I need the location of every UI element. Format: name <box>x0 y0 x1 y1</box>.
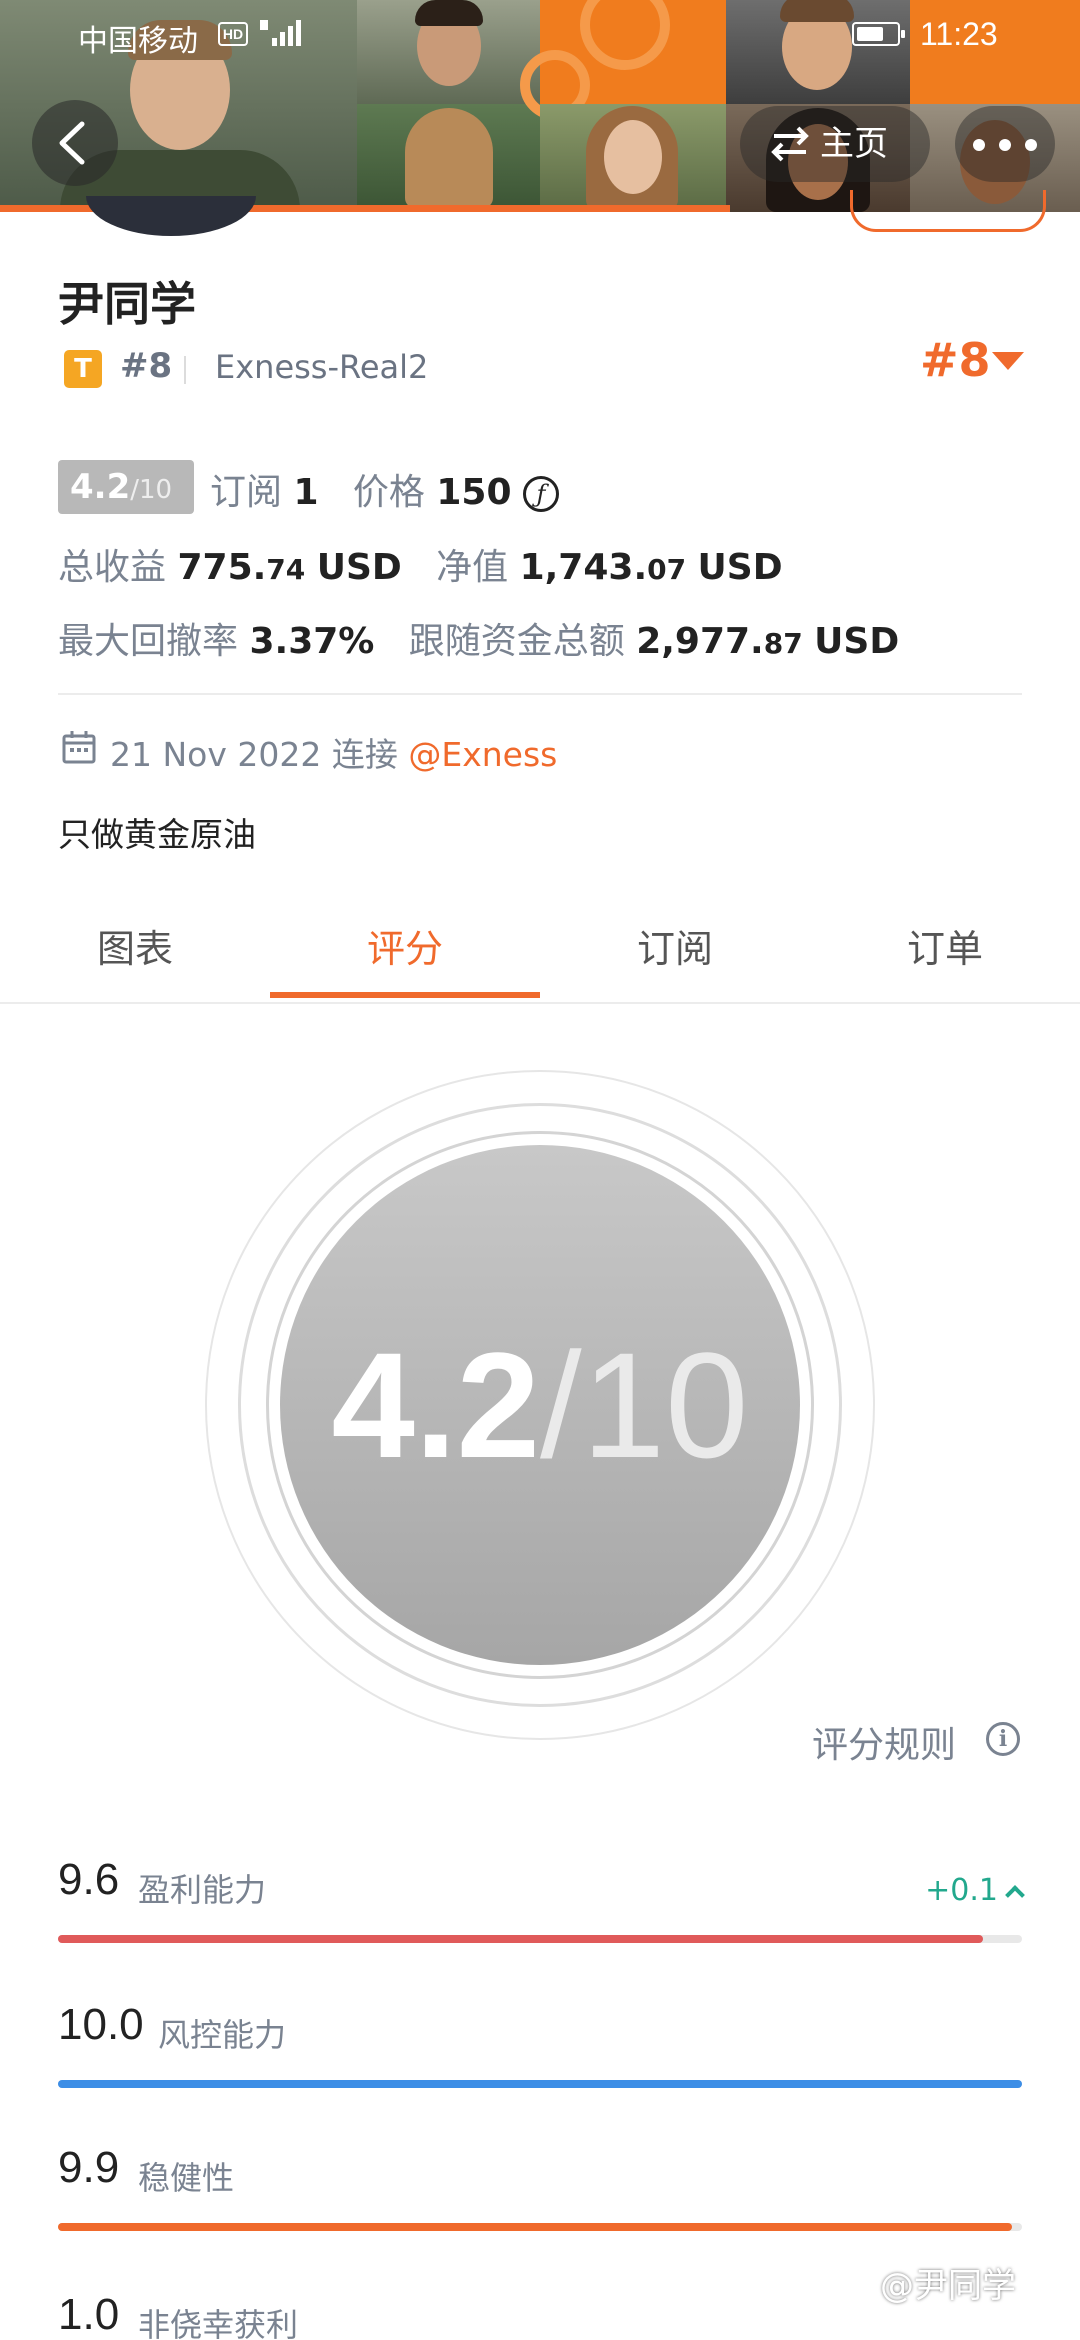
bio-text: 只做黄金原油 <box>58 815 256 854</box>
metric-value: 9.6 <box>58 1855 120 1904</box>
follow-funds-dec: 87 <box>763 627 803 660</box>
signal-icon <box>260 20 301 46</box>
chevron-left-icon <box>59 121 85 165</box>
metric-bar <box>58 2080 1022 2088</box>
metric-bar <box>58 1935 984 1943</box>
total-profit-dec: 74 <box>266 553 306 586</box>
status-bar: 中国移动 HD 11:23 <box>0 0 1080 72</box>
subscribe-count: 1 <box>293 472 319 513</box>
drawdown-funds-line: 最大回撤率 3.37% 跟随资金总额 2,977.87 USD <box>58 612 899 664</box>
profit-equity-line: 总收益 775.74 USD 净值 1,743.07 USD <box>58 538 783 590</box>
more-dot-icon <box>999 139 1011 151</box>
tab-bar: 图表 评分 订阅 订单 <box>0 900 1080 1004</box>
subscribe-label: 订阅 <box>210 472 283 513</box>
more-dot-icon <box>1025 139 1037 151</box>
home-button-label: 主页 <box>820 124 888 164</box>
divider <box>58 693 1022 695</box>
metric-value: 1.0 <box>58 2290 120 2339</box>
watermark: @尹同学 <box>880 2266 1016 2306</box>
carrier-label: 中国移动 <box>78 25 198 58</box>
swap-icon <box>771 126 809 162</box>
metric-track <box>58 1935 1022 1943</box>
price-value: 150 <box>436 472 512 513</box>
subscribe-price-line: 订阅 1 价格 150 ƒ <box>210 463 559 515</box>
back-button[interactable] <box>32 100 118 186</box>
rating-rules-link[interactable]: 评分规则 <box>812 1716 956 1768</box>
score-badge: 4.2/10 <box>58 460 194 514</box>
more-options-button[interactable] <box>955 106 1055 182</box>
account-type-badge: T <box>64 350 102 388</box>
cover-photo-3 <box>357 104 540 212</box>
big-score-value: 4.2 <box>331 1321 540 1489</box>
follow-funds-int: 2,977. <box>636 621 764 662</box>
follow-button[interactable] <box>850 190 1046 232</box>
equity-unit: USD <box>697 547 783 588</box>
total-profit-unit: USD <box>316 547 402 588</box>
price-label: 价格 <box>352 472 425 513</box>
server-name: Exness-Real2 <box>215 348 429 386</box>
equity-int: 1,743. <box>519 547 648 588</box>
metric-bar <box>58 2223 1013 2231</box>
hd-badge: HD <box>218 22 248 46</box>
metric-label: 稳健性 <box>138 2159 235 2197</box>
caret-down-icon[interactable] <box>992 352 1024 370</box>
broker-link[interactable]: @Exness <box>408 735 557 774</box>
equity-label: 净值 <box>436 547 509 588</box>
joined-text: 连接 <box>331 735 398 774</box>
tab-chart[interactable]: 图表 <box>0 918 270 973</box>
big-score: 4.2/10 <box>280 1325 800 1485</box>
total-profit-int: 775. <box>177 547 267 588</box>
metric-delta-value: +0.1 <box>925 1873 998 1908</box>
metric-label: 风控能力 <box>158 2016 287 2054</box>
follow-funds-label: 跟随资金总额 <box>408 621 625 662</box>
rank-label: #8 <box>120 346 173 386</box>
metric-value: 9.9 <box>58 2143 120 2192</box>
calendar-icon <box>62 731 96 764</box>
metric-label: 盈利能力 <box>138 1871 267 1909</box>
avatar[interactable] <box>86 196 256 236</box>
battery-icon <box>852 22 905 46</box>
cover-photo-4 <box>540 104 726 212</box>
chevron-up-icon <box>1005 1885 1025 1905</box>
rank-dropdown[interactable]: #8 <box>920 333 991 387</box>
joined-date: 21 Nov 2022 <box>110 735 322 774</box>
metric-track <box>58 2223 1022 2231</box>
active-tab-indicator <box>270 992 540 998</box>
more-dot-icon <box>973 139 985 151</box>
big-score-denominator: /10 <box>540 1321 749 1489</box>
tab-orders[interactable]: 订单 <box>810 918 1080 973</box>
tab-subscribe[interactable]: 订阅 <box>540 918 810 973</box>
max-drawdown-label: 最大回撤率 <box>58 621 239 662</box>
metric-value: 10.0 <box>58 2000 144 2049</box>
follow-funds-unit: USD <box>814 621 900 662</box>
total-profit-label: 总收益 <box>58 547 167 588</box>
trader-name: 尹同学 <box>58 277 196 331</box>
equity-dec: 07 <box>647 553 687 586</box>
max-drawdown-value: 3.37% <box>249 621 375 662</box>
separator <box>184 356 186 384</box>
metric-track <box>58 2080 1022 2088</box>
score-badge-value: 4.2 <box>70 467 131 507</box>
info-icon[interactable]: i <box>986 1722 1020 1756</box>
clock: 11:23 <box>920 16 998 52</box>
coin-icon: ƒ <box>522 476 559 512</box>
metric-label: 非侥幸获利 <box>138 2306 299 2340</box>
home-button[interactable]: 主页 <box>740 106 930 182</box>
tab-rating[interactable]: 评分 <box>270 918 540 973</box>
joined-line: 21 Nov 2022 连接 @Exness <box>110 728 557 776</box>
score-badge-denominator: /10 <box>130 475 173 505</box>
metric-delta: +0.1 <box>925 1873 1025 1908</box>
